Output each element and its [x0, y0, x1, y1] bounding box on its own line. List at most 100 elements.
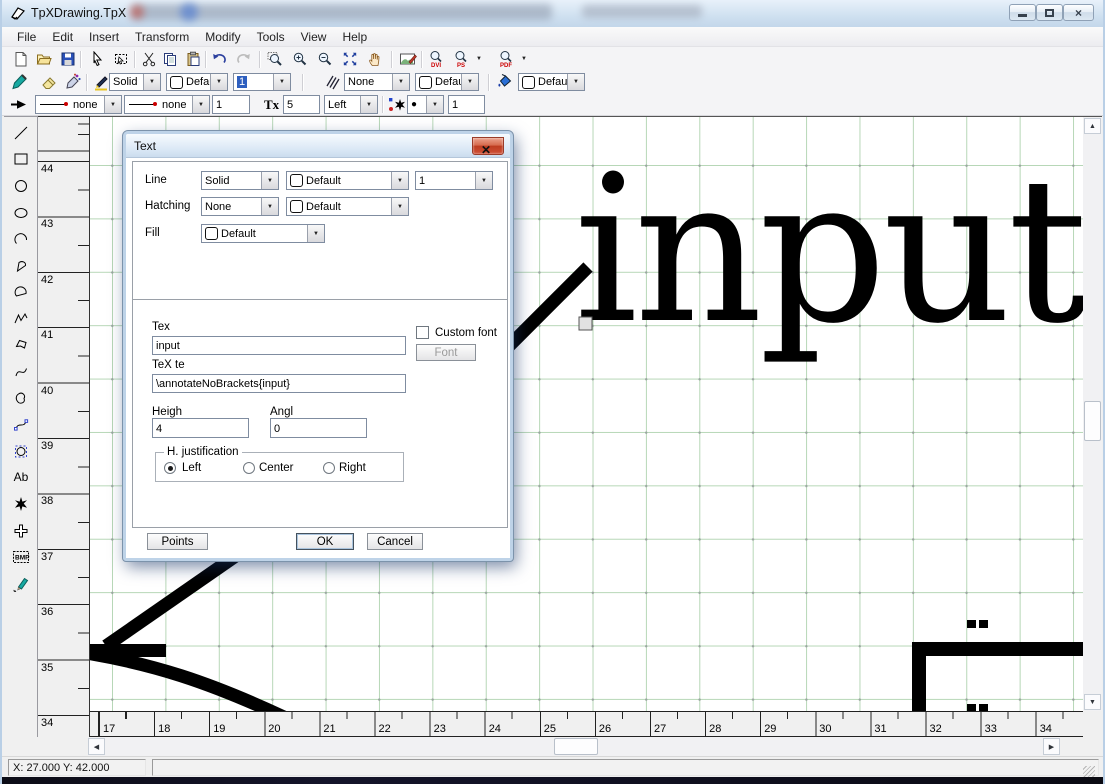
angle-input[interactable] [270, 418, 367, 438]
zoom-in-button[interactable] [289, 49, 310, 69]
corner-vertical-shape[interactable] [912, 642, 926, 711]
dropdown-arrow-icon[interactable]: ▼ [391, 172, 408, 189]
line-style-combo[interactable]: Solid▼ [109, 73, 161, 91]
selection-handle[interactable] [579, 317, 592, 330]
dropdown-arrow-icon[interactable]: ▼ [261, 172, 278, 189]
cancel-button[interactable]: Cancel [367, 533, 423, 550]
justify-right-radio[interactable] [323, 462, 335, 474]
cut-button[interactable] [138, 49, 159, 69]
dropdown-arrow-icon[interactable]: ▼ [391, 198, 408, 215]
point-tool-icon-button[interactable] [386, 95, 407, 115]
curve-tool-button[interactable] [8, 360, 34, 384]
points-button[interactable]: Points [147, 533, 208, 550]
dropdown-arrow-icon[interactable]: ▼ [476, 56, 482, 62]
dropdown-arrow-icon[interactable]: ▼ [426, 96, 443, 113]
vertical-scroll-thumb[interactable] [1084, 401, 1101, 441]
arrow-tool-icon-button[interactable] [8, 94, 29, 114]
resize-grip[interactable] [1083, 766, 1095, 777]
menu-transform[interactable]: Transform [127, 28, 197, 46]
bitmap-tool-button[interactable]: BMP [8, 545, 34, 569]
dialog-line-color-combo[interactable]: Default▼ [286, 171, 409, 190]
curve-shape[interactable] [90, 653, 286, 711]
copy-button[interactable] [159, 49, 180, 69]
menu-edit[interactable]: Edit [44, 28, 81, 46]
open-button[interactable] [33, 49, 54, 69]
dropdown-arrow-icon[interactable]: ▼ [461, 74, 478, 90]
select-tool-button[interactable] [86, 49, 107, 69]
arrow-begin-combo[interactable]: none▼ [35, 95, 122, 114]
dropdown-arrow-icon[interactable]: ▼ [475, 172, 492, 189]
dropdown-arrow-icon[interactable]: ▼ [273, 74, 290, 90]
corner-horizontal-shape[interactable] [912, 642, 1083, 656]
segment-tool-button[interactable] [8, 280, 34, 304]
dropdown-arrow-icon[interactable]: ▼ [360, 96, 377, 113]
dropdown-arrow-icon[interactable]: ▼ [261, 198, 278, 215]
scroll-left-button[interactable]: ◀ [88, 738, 105, 755]
paste-button[interactable] [182, 49, 203, 69]
lower-diagonal-line-shape[interactable] [106, 553, 240, 646]
hatching-style-combo[interactable]: None▼ [344, 73, 410, 91]
point-symbol-combo[interactable]: ●▼ [407, 95, 444, 114]
closed-curve-tool-button[interactable] [8, 386, 34, 410]
scroll-right-button[interactable]: ▶ [1043, 738, 1060, 755]
zoom-fit-button[interactable] [339, 49, 360, 69]
scroll-down-button[interactable]: ▼ [1084, 694, 1101, 710]
title-bar[interactable]: TpXDrawing.TpX × [2, 0, 1103, 28]
line-color-combo[interactable]: Defau▼ [166, 73, 228, 91]
justify-center-radio[interactable] [243, 462, 255, 474]
undo-button[interactable] [208, 49, 229, 69]
hatching-tool-icon-button[interactable] [322, 72, 343, 92]
line-tool-button[interactable] [8, 121, 34, 145]
text-tool-button[interactable]: Ab [8, 465, 34, 489]
menu-tools[interactable]: Tools [249, 28, 293, 46]
scroll-up-button[interactable]: ▲ [1084, 118, 1101, 134]
circle-tool-button[interactable] [8, 174, 34, 198]
polygon-tool-button[interactable] [8, 333, 34, 357]
line-style-tool-icon-button[interactable] [90, 72, 111, 92]
closed-bezier-tool-button[interactable] [8, 439, 34, 463]
ellipse-tool-button[interactable] [8, 201, 34, 225]
dropdown-arrow-icon[interactable]: ▼ [392, 74, 409, 90]
vertical-scrollbar[interactable]: ▲ ▼ [1083, 116, 1102, 711]
close-button[interactable]: × [1063, 4, 1094, 21]
arc-tool-button[interactable] [8, 227, 34, 251]
select-area-button[interactable] [110, 49, 131, 69]
zoom-out-button[interactable] [314, 49, 335, 69]
line-width-combo[interactable]: 1▼ [233, 73, 291, 91]
symbol-tool-button[interactable] [8, 519, 34, 543]
horizontal-scroll-thumb[interactable] [554, 738, 598, 755]
dialog-title-bar[interactable]: Text ✕ [126, 134, 510, 158]
height-input[interactable] [152, 418, 249, 438]
dropdown-arrow-icon[interactable]: ▼ [104, 96, 121, 113]
polyline-tool-button[interactable] [8, 307, 34, 331]
dialog-hatching-style-combo[interactable]: None▼ [201, 197, 279, 216]
preview-button[interactable] [397, 49, 418, 69]
bezier-tool-button[interactable] [8, 413, 34, 437]
tex-text-input[interactable] [152, 374, 406, 393]
format-painter-button[interactable] [62, 72, 83, 92]
dialog-line-width-combo[interactable]: 1▼ [415, 171, 493, 190]
dropdown-arrow-icon[interactable]: ▼ [521, 56, 527, 62]
view-ps-button[interactable]: PS [451, 49, 472, 69]
dropdown-arrow-icon[interactable]: ▼ [210, 74, 227, 90]
dropdown-arrow-icon[interactable]: ▼ [143, 74, 160, 90]
dialog-fill-color-combo[interactable]: Default▼ [201, 224, 325, 243]
arrow-size-input[interactable] [212, 95, 250, 114]
menu-view[interactable]: View [293, 28, 335, 46]
rectangle-tool-button[interactable] [8, 147, 34, 171]
sector-tool-button[interactable] [8, 254, 34, 278]
save-button[interactable] [57, 49, 78, 69]
redo-button[interactable] [233, 49, 254, 69]
pan-button[interactable] [364, 49, 385, 69]
horizontal-scrollbar[interactable]: ◀ ▶ [88, 737, 1060, 756]
freehand-tool-button[interactable] [8, 572, 34, 596]
dropdown-arrow-icon[interactable]: ▼ [567, 74, 584, 90]
fill-tool-icon-button[interactable] [494, 72, 515, 92]
text-justify-combo[interactable]: Left▼ [324, 95, 378, 114]
menu-help[interactable]: Help [334, 28, 375, 46]
custom-font-checkbox[interactable] [416, 326, 429, 339]
dialog-hatching-color-combo[interactable]: Default▼ [286, 197, 409, 216]
arrow-end-combo[interactable]: none▼ [124, 95, 210, 114]
minimize-button[interactable] [1009, 4, 1036, 21]
menu-file[interactable]: File [9, 28, 44, 46]
